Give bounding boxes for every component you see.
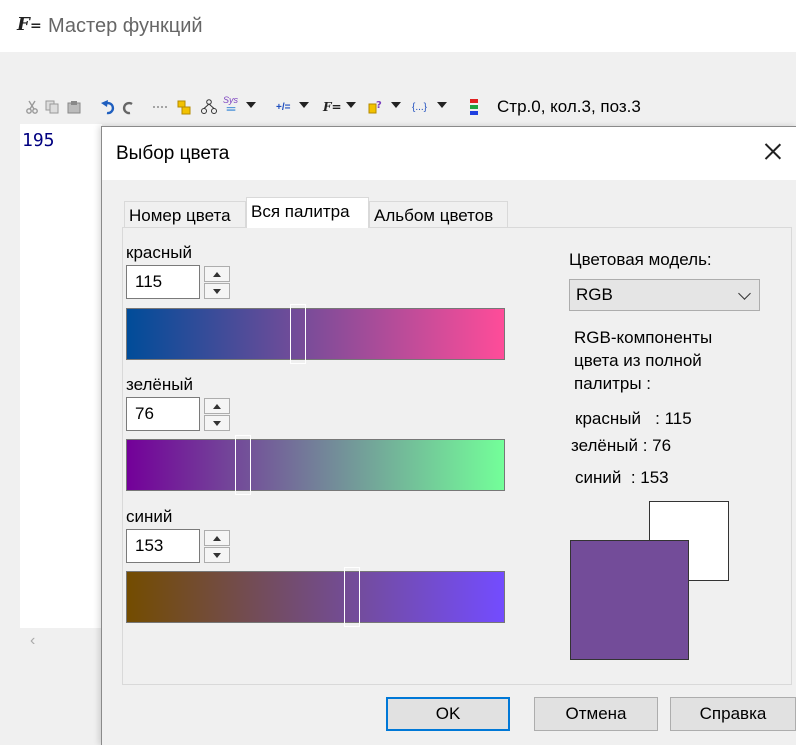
function-wizard-titlebar: F = Мастер функций bbox=[0, 0, 796, 52]
red-slider-thumb[interactable] bbox=[290, 304, 306, 364]
components-heading-line-2: цвета из полной bbox=[574, 351, 702, 370]
function-dropdown-caret[interactable] bbox=[346, 102, 356, 108]
function-wizard-title: Мастер функций bbox=[48, 15, 203, 37]
function-wizard-app-icon: F = bbox=[17, 14, 42, 35]
blue-slider-thumb[interactable] bbox=[344, 567, 360, 627]
plusminus-icon[interactable]: +/= bbox=[276, 98, 290, 116]
function-wizard-toolbar: Sys ≡≡ +/= F= ? {...} Стр.0, кол.3, поз.3 bbox=[20, 96, 780, 120]
scissors-icon[interactable] bbox=[26, 98, 38, 116]
green-channel-label: зелёный bbox=[126, 375, 193, 394]
green-component-readout: зелёный : 76 bbox=[571, 436, 672, 455]
dialog-titlebar: Выбор цвета bbox=[102, 127, 796, 180]
tab-color-number[interactable]: Номер цвета bbox=[124, 201, 246, 228]
cursor-position-status: Стр.0, кол.3, поз.3 bbox=[497, 97, 641, 116]
red-gradient-slider[interactable] bbox=[126, 304, 505, 364]
green-increment-button[interactable] bbox=[204, 398, 230, 414]
formula-editor-value: 195 bbox=[22, 130, 55, 151]
function-icon[interactable]: F= bbox=[323, 98, 342, 116]
sys-dropdown-caret[interactable] bbox=[246, 102, 256, 108]
tree-icon[interactable] bbox=[200, 98, 218, 116]
selected-color-swatch bbox=[570, 540, 689, 660]
components-heading-line-1: RGB-компоненты bbox=[574, 328, 713, 347]
red-component-readout: красный : 115 bbox=[575, 409, 692, 428]
red-value-input[interactable]: 115 bbox=[126, 265, 200, 299]
editor-horizontal-scrollbar[interactable]: ‹ bbox=[20, 628, 102, 658]
blue-value-input[interactable]: 153 bbox=[126, 529, 200, 563]
tab-full-palette[interactable]: Вся палитра bbox=[246, 197, 369, 228]
redo-icon[interactable] bbox=[122, 98, 136, 116]
blue-component-readout: синий : 153 bbox=[575, 468, 669, 487]
blue-decrement-button[interactable] bbox=[204, 547, 230, 563]
sys-icon[interactable]: Sys ≡≡ bbox=[223, 96, 238, 114]
blue-channel-label: синий bbox=[126, 507, 173, 526]
color-model-select[interactable]: RGB bbox=[569, 279, 760, 311]
green-decrement-button[interactable] bbox=[204, 415, 230, 431]
braces-icon[interactable]: {...} bbox=[412, 98, 427, 116]
dialog-title: Выбор цвета bbox=[116, 143, 230, 164]
color-picker-dialog: Выбор цвета Номер цвета Вся палитра Альб… bbox=[101, 126, 796, 745]
chevron-down-icon bbox=[738, 287, 751, 300]
color-model-label: Цветовая модель: bbox=[569, 250, 712, 269]
ok-button[interactable]: OK bbox=[386, 697, 510, 731]
blue-increment-button[interactable] bbox=[204, 530, 230, 546]
green-gradient-slider[interactable] bbox=[126, 435, 505, 495]
color-bars-icon[interactable] bbox=[470, 98, 478, 116]
red-decrement-button[interactable] bbox=[204, 283, 230, 299]
full-palette-panel: красный 115 зелёный 76 синий 153 Цветова… bbox=[122, 227, 792, 685]
components-heading-line-3: палитры : bbox=[574, 374, 651, 393]
blue-gradient-slider[interactable] bbox=[126, 567, 505, 627]
cancel-button[interactable]: Отмена bbox=[534, 697, 658, 731]
insert-block-icon[interactable] bbox=[177, 98, 191, 116]
copy-icon[interactable] bbox=[45, 98, 59, 116]
red-increment-button[interactable] bbox=[204, 266, 230, 282]
plusminus-dropdown-caret[interactable] bbox=[299, 102, 309, 108]
close-icon[interactable] bbox=[758, 137, 788, 167]
tab-color-album[interactable]: Альбом цветов bbox=[369, 201, 508, 228]
braces-dropdown-caret[interactable] bbox=[437, 102, 447, 108]
undo-icon[interactable] bbox=[101, 98, 115, 116]
green-value-input[interactable]: 76 bbox=[126, 397, 200, 431]
red-channel-label: красный bbox=[126, 243, 192, 262]
help-button[interactable]: Справка bbox=[670, 697, 796, 731]
scroll-left-icon[interactable]: ‹ bbox=[30, 632, 35, 650]
color-model-value: RGB bbox=[576, 285, 613, 304]
help-dropdown-caret[interactable] bbox=[391, 102, 401, 108]
svg-text:?: ? bbox=[376, 100, 382, 111]
help-icon[interactable]: ? bbox=[368, 98, 384, 116]
formula-editor[interactable]: 195 bbox=[20, 124, 102, 628]
paste-icon[interactable] bbox=[67, 98, 81, 116]
green-slider-thumb[interactable] bbox=[235, 435, 251, 495]
wrap-icon[interactable] bbox=[152, 98, 168, 116]
